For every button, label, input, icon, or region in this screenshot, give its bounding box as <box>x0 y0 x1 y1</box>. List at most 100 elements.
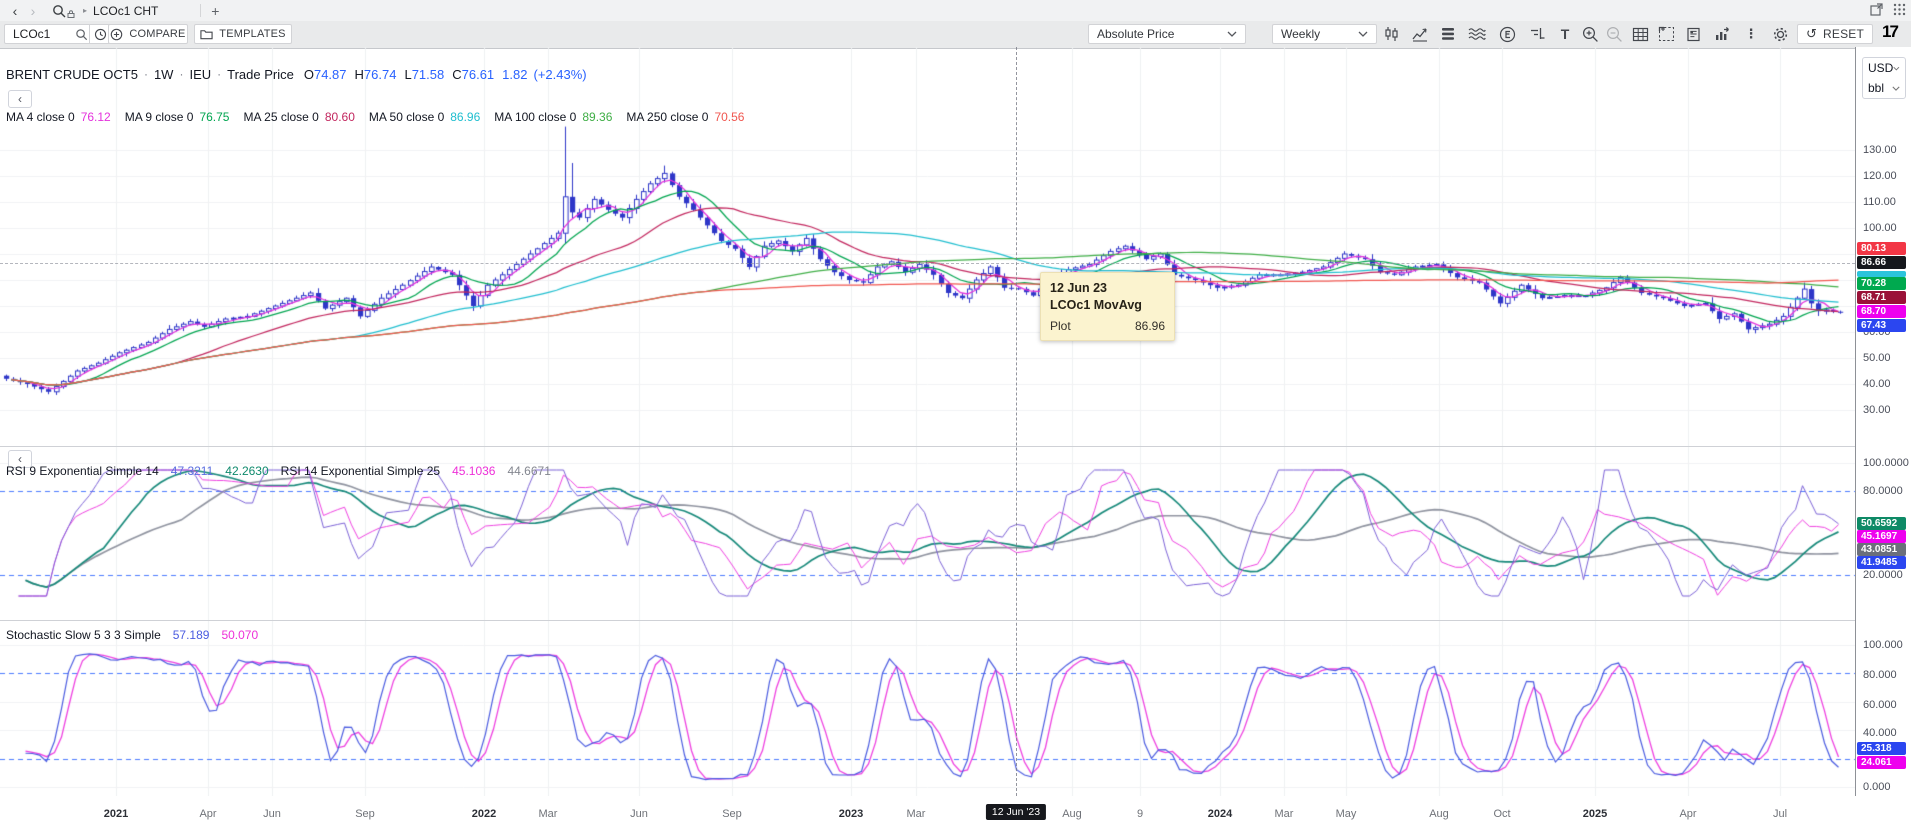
panel-divider[interactable] <box>0 446 1911 447</box>
zoom-in-button[interactable] <box>1578 23 1602 45</box>
stochastic-axis-badge: 24.061 <box>1857 756 1906 769</box>
price-axis-badge: 80.13 <box>1857 242 1906 255</box>
time-label: May <box>1336 808 1357 820</box>
ma-legend-item[interactable]: MA 250 close 0 70.56 <box>626 110 744 124</box>
currency-dropdown[interactable]: USD <box>1863 58 1905 78</box>
price-tick-label: 120.00 <box>1863 170 1897 182</box>
unit-dropdown[interactable]: bbl <box>1863 78 1905 98</box>
add-panel-button[interactable] <box>1654 23 1678 45</box>
reset-button[interactable]: ↺ RESET <box>1797 24 1873 44</box>
price-tick-label: 30.00 <box>1863 404 1891 416</box>
collapse-main-legend-button[interactable]: ‹ <box>8 90 32 108</box>
chart-export-button[interactable] <box>1710 23 1734 45</box>
events-button[interactable] <box>1495 23 1519 45</box>
candlestick-style-button[interactable] <box>1379 23 1403 45</box>
symbol-search-box[interactable] <box>4 24 90 44</box>
more-options-button[interactable]: ⋮ <box>1739 23 1763 45</box>
time-label: Aug <box>1062 808 1082 820</box>
compare-button[interactable]: COMPARE <box>108 24 188 44</box>
stochastic-legend-item[interactable]: 50.070 <box>221 628 258 642</box>
tooltip-series: LCOc1 MovAvg <box>1050 297 1165 314</box>
zoom-out-button[interactable] <box>1602 23 1626 45</box>
interval-dropdown[interactable]: Weekly <box>1272 24 1377 44</box>
rsi-legend-item[interactable]: 42.2630 <box>225 464 268 478</box>
back-button[interactable]: ‹ <box>6 3 24 19</box>
panel-divider[interactable] <box>0 620 1911 621</box>
price-mode-dropdown[interactable]: Absolute Price <box>1088 24 1246 44</box>
waves-button[interactable] <box>1465 23 1489 45</box>
tab-bar: ‹ › ▸ LCOc1 CHT + <box>0 0 1911 22</box>
settings-button[interactable] <box>1768 23 1792 45</box>
popout-icon[interactable] <box>1869 2 1884 17</box>
events-e-icon <box>1499 26 1516 43</box>
layers-button[interactable] <box>1436 23 1460 45</box>
stochastic-legend-item[interactable]: 57.189 <box>173 628 210 642</box>
symbol-header[interactable]: BRENT CRUDE OCT5 · 1W · IEU · Trade Pric… <box>6 66 593 82</box>
time-axis[interactable]: 2021AprJunSep2022MarJunSep2023MarAug9202… <box>0 796 1911 831</box>
stochastic-indicator-chart[interactable] <box>0 620 1855 796</box>
time-label: 2025 <box>1583 808 1607 820</box>
rsi-legend-item[interactable]: RSI 14 Exponential Simple 25 <box>281 464 440 478</box>
time-label: Jul <box>1773 808 1787 820</box>
time-label: 9 <box>1137 808 1143 820</box>
tab-separator <box>200 4 201 17</box>
ohlc-pair: C76.61 <box>452 67 494 82</box>
rsi-legend-item[interactable]: 44.6671 <box>507 464 550 478</box>
rsi-legend: RSI 9 Exponential Simple 14 47.3211 42.263… <box>6 464 563 478</box>
time-label: 2022 <box>472 808 496 820</box>
forward-button[interactable]: › <box>24 3 42 19</box>
table-view-button[interactable] <box>1628 23 1652 45</box>
time-label: Sep <box>355 808 375 820</box>
price-axis-badge: 68.70 <box>1857 305 1906 318</box>
time-label: Mar <box>907 808 926 820</box>
stochastic-tick-label: 100.000 <box>1863 639 1903 651</box>
ohlc-pair: L71.58 <box>404 67 444 82</box>
ohlc-pair: O74.87 <box>304 67 347 82</box>
tab-title[interactable]: LCOc1 CHT <box>93 4 158 18</box>
text-tool-button[interactable]: T <box>1553 23 1577 45</box>
news-button[interactable] <box>1682 23 1706 45</box>
price-tick-label: 50.00 <box>1863 352 1891 364</box>
templates-button[interactable]: TEMPLATES <box>194 24 292 44</box>
main-price-chart[interactable] <box>0 47 1855 446</box>
tradingview-logo[interactable]: 17 <box>1882 22 1897 42</box>
price-axis-badge: 67.43 <box>1857 319 1906 332</box>
ma-legend-item[interactable]: MA 50 close 0 86.96 <box>369 110 480 124</box>
rsi-legend-item[interactable]: 45.1036 <box>452 464 495 478</box>
rsi-legend-item[interactable]: RSI 9 Exponential Simple 14 <box>6 464 159 478</box>
new-tab-button[interactable]: + <box>206 3 224 19</box>
time-label: Apr <box>199 808 216 820</box>
exchange-label: IEU <box>189 67 211 82</box>
rsi-legend-item[interactable]: 47.3211 <box>171 464 214 478</box>
chart-toolbar: COMPARE TEMPLATES Absolute Price Weekly <box>0 21 1911 49</box>
time-label: 2021 <box>104 808 128 820</box>
ma-legend-item[interactable]: MA 100 close 0 89.36 <box>494 110 612 124</box>
crosshair-date-badge: 12 Jun '23 <box>986 804 1046 820</box>
rsi-axis-badge: 45.1697 <box>1857 530 1906 543</box>
stochastic-legend-item[interactable]: Stochastic Slow 5 3 3 Simple <box>6 628 161 642</box>
layers-icon <box>1440 27 1456 41</box>
unit-selector: USD bbl <box>1862 57 1906 99</box>
ma-legend-item[interactable]: MA 25 close 0 80.60 <box>243 110 354 124</box>
ohlc-values: O74.87H76.74L71.58C76.61 <box>304 67 502 82</box>
indicator-button[interactable] <box>1408 23 1432 45</box>
drawing-tools-button[interactable] <box>1525 23 1549 45</box>
zoom-in-icon <box>1582 26 1599 43</box>
indicator-chart-icon <box>1412 26 1429 42</box>
text-tool-icon: T <box>1561 26 1570 42</box>
chevron-down-icon <box>1893 66 1900 71</box>
time-label: Apr <box>1679 808 1696 820</box>
price-type-label: Trade Price <box>227 67 294 82</box>
ma-legend-item[interactable]: MA 4 close 0 76.12 <box>6 110 111 124</box>
apps-grid-icon[interactable] <box>1892 2 1907 17</box>
price-tick-label: 130.00 <box>1863 144 1897 156</box>
stochastic-tick-label: 60.000 <box>1863 699 1897 711</box>
ma-legend-item[interactable]: MA 9 close 0 76.75 <box>125 110 230 124</box>
symbol-input[interactable] <box>11 26 73 42</box>
crosshair-horizontal-line <box>0 263 1855 264</box>
rsi-axis-badge: 41.9485 <box>1857 556 1906 569</box>
rsi-tick-label: 20.0000 <box>1863 569 1903 581</box>
price-axis[interactable]: USD bbl <box>1856 47 1911 796</box>
search-icon[interactable] <box>52 4 66 18</box>
stochastic-axis-badge: 25.318 <box>1857 742 1906 755</box>
